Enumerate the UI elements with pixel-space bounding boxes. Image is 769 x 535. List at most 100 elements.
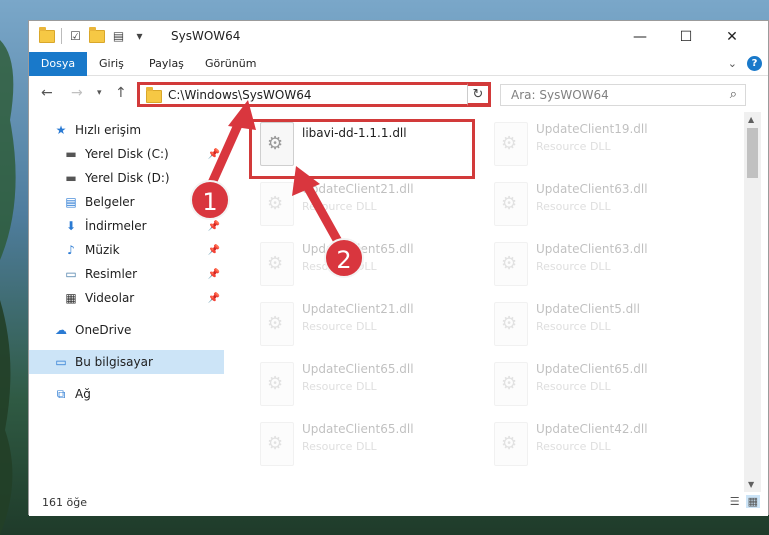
file-name: UpdateClient21.dll	[302, 302, 414, 316]
navigation-pane: ★ Hızlı erişim ▬ Yerel Disk (C:) 📌 ▬ Yer…	[29, 112, 224, 492]
file-type: Resource DLL	[302, 380, 377, 393]
file-type: Resource DLL	[302, 440, 377, 453]
file-name: UpdateClient65.dll	[302, 422, 414, 436]
address-path[interactable]: C:\Windows\SysWOW64	[168, 88, 312, 102]
pin-icon[interactable]: 📌	[208, 293, 220, 304]
sidebar-item-local-disk-c[interactable]: ▬ Yerel Disk (C:) 📌	[29, 142, 224, 166]
file-name: UpdateClient65.dll	[536, 362, 648, 376]
file-type: Resource DLL	[536, 260, 611, 273]
file-type: Resource DLL	[536, 140, 611, 153]
vertical-scrollbar[interactable]: ▲ ▼	[744, 112, 761, 492]
recent-locations-icon[interactable]: ▾	[97, 88, 102, 98]
sidebar-item-this-pc[interactable]: ▭ Bu bilgisayar	[29, 350, 224, 374]
file-type: Resource DLL	[536, 380, 611, 393]
file-item[interactable]: UpdateClient65.dll Resource DLL	[488, 358, 718, 414]
details-view-icon[interactable]: ☰	[730, 495, 740, 508]
new-folder-icon[interactable]	[89, 26, 105, 43]
dll-file-icon	[494, 182, 528, 226]
sidebar-item-label: OneDrive	[75, 323, 132, 337]
sidebar-item-label: Yerel Disk (D:)	[85, 171, 170, 185]
file-item[interactable]: UpdateClient19.dll Resource DLL	[488, 118, 718, 174]
refresh-button[interactable]: ↻	[467, 83, 491, 106]
sidebar-item-label: Müzik	[85, 243, 120, 257]
tab-home[interactable]: Giriş	[89, 52, 134, 76]
dll-file-icon	[260, 302, 294, 346]
pin-icon[interactable]: 📌	[208, 245, 220, 256]
sidebar-item-label: Bu bilgisayar	[75, 355, 153, 369]
file-item[interactable]: UpdateClient65.dll Resource DLL	[254, 358, 484, 414]
pin-icon[interactable]: 📌	[208, 149, 220, 160]
file-item[interactable]: UpdateClient21.dll Resource DLL	[254, 298, 484, 354]
sidebar-item-label: Yerel Disk (C:)	[85, 147, 169, 161]
quick-access-toolbar: ☑ ▤ ▾	[39, 26, 147, 44]
dll-file-icon	[494, 242, 528, 286]
tab-share[interactable]: Paylaş	[139, 52, 194, 76]
file-name: UpdateClient5.dll	[536, 302, 640, 316]
search-input[interactable]	[501, 85, 711, 105]
dll-file-icon	[260, 422, 294, 466]
network-icon: ⧉	[56, 386, 66, 401]
tab-view[interactable]: Görünüm	[195, 52, 266, 76]
dll-file-icon	[494, 362, 528, 406]
search-box[interactable]: ⌕	[500, 84, 746, 106]
scroll-down-icon[interactable]: ▼	[748, 480, 754, 489]
file-item[interactable]: UpdateClient21.dll Resource DLL	[254, 178, 484, 234]
customize-toolbar-icon[interactable]: ▤	[111, 29, 126, 44]
expand-ribbon-icon[interactable]: ⌄	[728, 57, 737, 70]
file-type: Resource DLL	[536, 200, 611, 213]
sidebar-item-pictures[interactable]: ▭ Resimler 📌	[29, 262, 224, 286]
large-icons-view-icon[interactable]: ▦	[745, 495, 760, 508]
file-item[interactable]: UpdateClient63.dll Resource DLL	[488, 178, 718, 234]
sidebar-item-downloads[interactable]: ⬇ İndirmeler 📌	[29, 214, 224, 238]
sidebar-item-onedrive[interactable]: ☁ OneDrive	[29, 318, 224, 342]
folder-icon	[146, 87, 162, 103]
view-switcher: ☰ ▦	[730, 495, 760, 508]
dll-file-icon	[260, 182, 294, 226]
sidebar-item-label: Ağ	[75, 387, 91, 401]
maximize-button[interactable]: ☐	[663, 21, 709, 52]
videos-icon: ▦	[65, 291, 77, 305]
window-title: SysWOW64	[171, 29, 241, 43]
drive-icon: ▬	[65, 171, 77, 185]
scroll-up-icon[interactable]: ▲	[748, 115, 754, 124]
documents-icon: ▤	[65, 195, 77, 209]
file-item[interactable]: UpdateClient65.dll Resource DLL	[254, 238, 484, 294]
sidebar-item-label: Resimler	[85, 267, 138, 281]
file-item[interactable]: UpdateClient42.dll Resource DLL	[488, 418, 718, 474]
file-item[interactable]: UpdateClient65.dll Resource DLL	[254, 418, 484, 474]
status-bar: 161 öğe ☰ ▦	[29, 492, 768, 516]
dll-file-icon	[260, 242, 294, 286]
address-bar[interactable]: C:\Windows\SysWOW64 ⌄	[137, 82, 491, 107]
pin-icon[interactable]: 📌	[208, 221, 220, 232]
file-item[interactable]: UpdateClient63.dll Resource DLL	[488, 238, 718, 294]
file-name: UpdateClient21.dll	[302, 182, 414, 196]
sidebar-item-quick-access[interactable]: ★ Hızlı erişim	[29, 118, 224, 142]
sidebar-item-network[interactable]: ⧉ Ağ	[29, 382, 224, 406]
step-marker-1: 1	[190, 180, 230, 220]
chevron-down-icon[interactable]: ▾	[132, 29, 147, 44]
help-icon[interactable]: ?	[747, 56, 762, 71]
back-arrow-icon[interactable]: ←	[41, 85, 53, 101]
pin-icon[interactable]: 📌	[208, 269, 220, 280]
sidebar-item-videos[interactable]: ▦ Videolar 📌	[29, 286, 224, 310]
properties-icon[interactable]: ☑	[68, 29, 83, 44]
file-name: UpdateClient19.dll	[536, 122, 648, 136]
highlight-box	[249, 119, 475, 179]
up-arrow-icon[interactable]: ↑	[115, 85, 127, 101]
close-button[interactable]: ✕	[709, 21, 755, 52]
title-bar: ☑ ▤ ▾ SysWOW64 — ☐ ✕	[29, 21, 768, 52]
file-type: Resource DLL	[536, 320, 611, 333]
minimize-button[interactable]: —	[617, 21, 663, 52]
item-count: 161 öğe	[42, 496, 87, 509]
file-name: UpdateClient42.dll	[536, 422, 648, 436]
divider	[61, 28, 62, 44]
tab-file[interactable]: Dosya	[29, 52, 87, 76]
sidebar-item-label: Hızlı erişim	[75, 123, 142, 137]
ribbon-tabs: Dosya Giriş Paylaş Görünüm ⌄ ?	[29, 52, 768, 76]
file-item[interactable]: UpdateClient5.dll Resource DLL	[488, 298, 718, 354]
file-type: Resource DLL	[302, 200, 377, 213]
forward-arrow-icon[interactable]: →	[71, 85, 83, 101]
sidebar-item-music[interactable]: ♪ Müzik 📌	[29, 238, 224, 262]
cloud-icon: ☁	[55, 323, 67, 337]
scroll-thumb[interactable]	[747, 128, 758, 178]
